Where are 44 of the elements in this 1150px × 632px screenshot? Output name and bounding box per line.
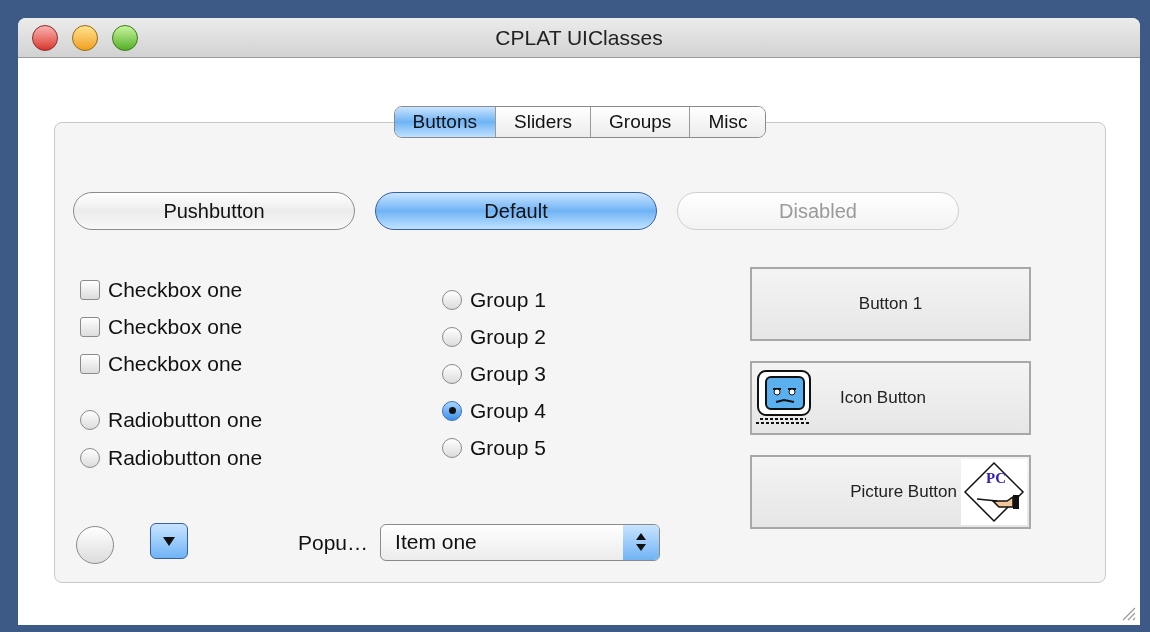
tab[interactable]: Groups <box>591 107 691 137</box>
triangle-down-icon <box>163 536 175 546</box>
button-label: Picture Button <box>850 481 957 504</box>
radio-button[interactable] <box>80 448 100 468</box>
radio-label: Group 2 <box>470 323 546 350</box>
popup-label: Popu… <box>298 530 369 557</box>
close-icon[interactable] <box>32 24 58 51</box>
tab[interactable]: Misc <box>690 107 766 137</box>
tab[interactable]: Sliders <box>496 107 592 137</box>
radio-button[interactable] <box>80 410 100 430</box>
checkbox[interactable] <box>80 353 100 374</box>
radio-button[interactable] <box>442 326 462 347</box>
picture-button[interactable]: Picture Button PC <box>750 455 1031 529</box>
radio-button[interactable] <box>442 400 462 421</box>
diamond-hand-icon <box>963 461 1025 523</box>
icon-letters: PC <box>986 471 1006 486</box>
resize-grip-icon <box>1120 605 1136 621</box>
zoom-icon[interactable] <box>112 24 138 51</box>
checkbox-label: Checkbox one <box>108 350 243 377</box>
radio-label: Group 5 <box>470 434 546 461</box>
push-button[interactable]: Default <box>375 192 657 230</box>
round-button[interactable] <box>76 526 114 564</box>
radio-label: Group 4 <box>470 397 546 424</box>
radio-button[interactable] <box>442 363 462 384</box>
window-title: CPLAT UIClasses <box>494 24 664 51</box>
radio-button[interactable] <box>442 437 462 458</box>
bevel-button[interactable]: Button 1 <box>750 267 1031 341</box>
push-button[interactable]: Pushbutton <box>73 192 355 230</box>
checkbox[interactable] <box>80 279 100 300</box>
disclosure-button[interactable] <box>150 523 188 559</box>
button-label: Icon Button <box>840 387 926 410</box>
checkbox-label: Checkbox one <box>108 313 243 340</box>
checkbox-label: Checkbox one <box>108 276 243 303</box>
radio-label: Group 1 <box>470 286 546 313</box>
radio-label: Group 3 <box>470 360 546 387</box>
stepper-icon <box>623 524 660 560</box>
checkbox[interactable] <box>80 316 100 337</box>
radio-label: Radiobutton one <box>108 445 263 472</box>
icon-button[interactable]: Icon Button <box>750 361 1031 435</box>
popup-menu[interactable]: Item one <box>380 523 661 561</box>
tab[interactable]: Buttons <box>394 107 496 137</box>
minimize-icon[interactable] <box>72 24 98 51</box>
radio-label: Radiobutton one <box>108 407 263 434</box>
radio-button[interactable] <box>442 289 462 310</box>
